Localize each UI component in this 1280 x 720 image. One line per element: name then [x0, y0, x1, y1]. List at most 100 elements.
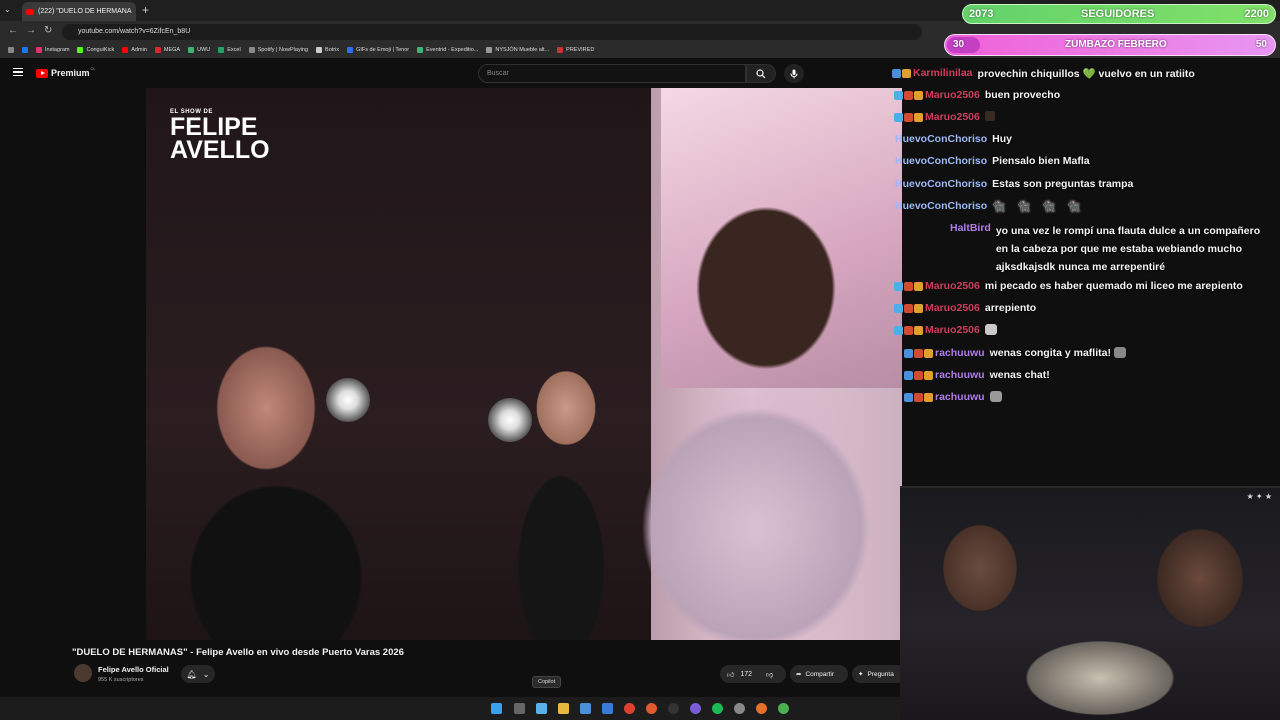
- settings-icon[interactable]: [734, 703, 745, 714]
- chat-badges: [894, 89, 923, 101]
- like-button[interactable]: 👍︎ 172 👎︎: [720, 665, 786, 683]
- person-right: [536, 148, 902, 640]
- chat-username: HuevoConChoriso: [895, 133, 988, 145]
- bookmark-mueble[interactable]: NYSJÓN Mueble alt...: [486, 47, 549, 53]
- chat-message: Maruo2506 arrepiento: [894, 302, 1036, 314]
- youtube-favicon-icon: [26, 8, 34, 15]
- logo-text: Premium: [51, 68, 90, 78]
- like-count: 172: [740, 670, 753, 678]
- chat-message: Karmilinilaa provechin chiquillos 💚 vuel…: [892, 67, 1195, 80]
- chat-username: Maruo2506: [925, 324, 980, 336]
- app-icon[interactable]: [690, 703, 701, 714]
- bookmark-apps[interactable]: [8, 47, 14, 53]
- video-player[interactable]: EL SHOW DE FELIPE AVELLO: [146, 88, 902, 640]
- chat-username: Karmilinilaa: [913, 67, 973, 79]
- reload-icon[interactable]: ↻: [44, 25, 52, 36]
- bookmark-eventrid[interactable]: Eventrid - Expeditio...: [417, 47, 478, 53]
- bookmark-botrix[interactable]: Botrix: [316, 47, 339, 53]
- followers-current: 2073: [969, 8, 994, 20]
- share-label: Compartir: [805, 670, 834, 678]
- chat-username: HuevoConChoriso: [895, 178, 988, 190]
- screen: ⌄ (222) "DUELO DE HERMANA 🔊 ✕ + ← → ↻ yo…: [0, 0, 1280, 720]
- bookmark-conguikick[interactable]: ConguiKick: [77, 47, 114, 53]
- chat-text: Huy: [992, 133, 1013, 145]
- person-left: [146, 318, 426, 640]
- chat-username: Maruo2506: [925, 89, 980, 101]
- chat-text: buen provecho: [984, 89, 1061, 101]
- chat-text: Estas son preguntas trampa: [992, 178, 1134, 190]
- logo-region: CL: [90, 65, 96, 71]
- bookmark-excel[interactable]: Excel: [218, 47, 241, 53]
- show-logo: EL SHOW DE FELIPE AVELLO: [170, 109, 270, 165]
- emote-icon: [1113, 347, 1126, 358]
- chat-message: HuevoConChoriso Estas son preguntas tram…: [895, 178, 1133, 190]
- task-view-icon[interactable]: [514, 703, 525, 714]
- bookmark-mega[interactable]: MEGA: [154, 47, 180, 53]
- emote-icon: [989, 391, 1002, 402]
- search-icon: [756, 68, 766, 78]
- bookmark-spotify[interactable]: Spotify | NowPlaying: [248, 47, 308, 53]
- spotify-icon[interactable]: [712, 703, 723, 714]
- share-button[interactable]: ➦ Compartir: [790, 665, 848, 683]
- chat-text: arrepiento: [984, 302, 1037, 314]
- zumbazo-current: 30: [953, 39, 965, 50]
- new-tab-icon[interactable]: +: [142, 3, 149, 17]
- file-explorer-icon[interactable]: [558, 703, 569, 714]
- stream-chat-overlay: Karmilinilaa provechin chiquillos 💚 vuel…: [880, 62, 1280, 412]
- bookmark-previred[interactable]: PREVIRED: [557, 47, 594, 53]
- chat-message: HaltBird yo una vez le rompí una flauta …: [950, 222, 1271, 276]
- obs-icon[interactable]: [668, 703, 679, 714]
- chat-badges: [904, 369, 933, 381]
- bell-icon: 🔔︎: [186, 669, 197, 679]
- chat-badges: [892, 67, 911, 80]
- bookmark-uwu[interactable]: UWU: [188, 47, 210, 53]
- chat-username: HaltBird: [950, 222, 991, 234]
- taskbar-tooltip: Copilot: [532, 676, 562, 688]
- copilot-icon[interactable]: [536, 703, 547, 714]
- sparkle-icon: ✦: [858, 671, 864, 678]
- chrome-alt-icon[interactable]: [778, 703, 789, 714]
- channel-name[interactable]: Felipe Avello Oficial: [98, 665, 169, 674]
- thumbs-down-icon[interactable]: 👎︎: [766, 670, 773, 679]
- cat-emote-icon: 🐈‍⬛🐈‍⬛🐈‍⬛🐈‍⬛: [992, 201, 1093, 213]
- chat-badges: [894, 324, 923, 336]
- chat-badges: [894, 280, 923, 292]
- chat-username: HuevoConChoriso: [895, 200, 988, 212]
- url-field[interactable]: youtube.com/watch?v=6ZifcEn_b8U: [62, 24, 922, 40]
- star-decoration-icon: ★ ✦ ★: [1246, 492, 1273, 501]
- chat-text: wenas congita y maflita!: [989, 347, 1111, 359]
- windows-start-icon[interactable]: [491, 703, 502, 714]
- microphone-icon: [790, 69, 798, 78]
- browser-tab[interactable]: (222) "DUELO DE HERMANA 🔊 ✕: [22, 2, 136, 21]
- chat-message: rachuuwu: [904, 391, 1002, 403]
- youtube-logo[interactable]: Premium CL: [36, 65, 96, 78]
- search-input[interactable]: Buscar: [478, 64, 746, 83]
- chrome-icon[interactable]: [624, 703, 635, 714]
- bookmark-facebook[interactable]: [22, 47, 28, 53]
- browser-icon[interactable]: [646, 703, 657, 714]
- notification-bell-button[interactable]: 🔔︎ ⌄: [181, 665, 215, 683]
- emote-icon: [984, 324, 997, 335]
- chat-message: Maruo2506 mi pecado es haber quemado mi …: [894, 280, 1243, 292]
- bookmark-admin[interactable]: Admin: [122, 47, 147, 53]
- store-icon[interactable]: [580, 703, 591, 714]
- firefox-icon[interactable]: [756, 703, 767, 714]
- chat-message: Maruo2506: [894, 324, 997, 336]
- chat-message: HuevoConChoriso Piensalo bien Mafla: [895, 155, 1090, 167]
- chat-username: Maruo2506: [925, 111, 980, 123]
- forward-icon[interactable]: →: [26, 25, 36, 36]
- chat-username: rachuuwu: [935, 347, 985, 359]
- mail-icon[interactable]: [602, 703, 613, 714]
- hamburger-menu-icon[interactable]: [13, 68, 23, 76]
- bookmark-tenor[interactable]: GIFs de Emoji | Tenor: [347, 47, 409, 53]
- chat-username: HuevoConChoriso: [895, 155, 988, 167]
- channel-avatar[interactable]: [74, 664, 92, 682]
- tab-list-icon[interactable]: ⌄: [4, 5, 11, 14]
- voice-search-button[interactable]: [784, 64, 804, 83]
- back-icon[interactable]: ←: [8, 25, 18, 36]
- chat-badges: [894, 302, 923, 314]
- chat-text: Piensalo bien Mafla: [992, 155, 1090, 167]
- subscriber-count: 955 K suscriptores: [98, 677, 144, 683]
- search-button[interactable]: [746, 64, 776, 83]
- bookmark-instagram[interactable]: Instagram: [36, 47, 69, 53]
